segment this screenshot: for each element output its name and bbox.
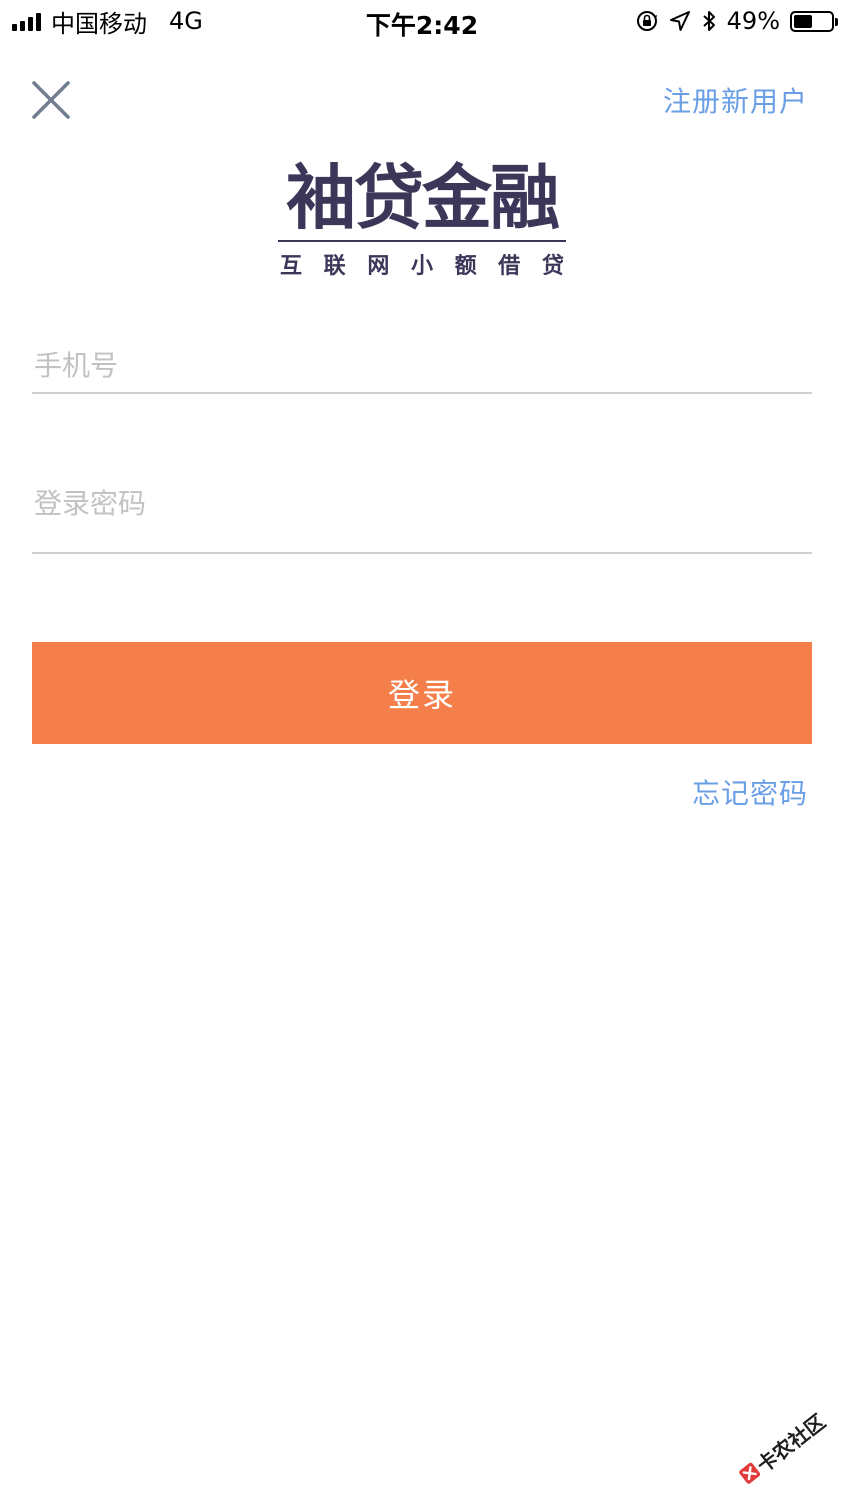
logo-subtitle: 互联网小额借贷 <box>278 248 566 280</box>
status-right: 49% <box>635 6 838 36</box>
logo-subtitle-char: 贷 <box>541 254 564 279</box>
logo-subtitle-char: 互 <box>280 254 303 279</box>
logo-subtitle-char: 网 <box>367 254 390 279</box>
password-field <box>32 478 812 554</box>
brand-logo: 袖贷金融 互联网小额借贷 <box>278 156 566 280</box>
phone-input[interactable] <box>32 338 812 392</box>
orientation-lock-icon <box>636 11 657 31</box>
close-button[interactable] <box>30 79 72 121</box>
battery-fill <box>794 14 812 28</box>
location-icon <box>669 11 690 31</box>
logo-subtitle-char: 额 <box>454 254 477 279</box>
battery-icon <box>790 10 838 32</box>
watermark: 卡农社区 <box>724 1394 840 1500</box>
battery-percent: 49% <box>726 7 780 35</box>
phone-field <box>32 338 812 394</box>
status-bar: 中国移动 4G 下午2:42 49% <box>0 0 844 42</box>
logo-subtitle-char: 借 <box>498 254 521 279</box>
login-button[interactable]: 登录 <box>32 642 812 744</box>
login-screen: 中国移动 4G 下午2:42 49% 注册新用户 袖贷金融 互 联 网 小 额 … <box>0 0 844 1500</box>
close-icon <box>32 81 70 119</box>
logo-title: 袖贷金融 <box>286 156 560 239</box>
logo-subtitle-char: 联 <box>323 254 346 279</box>
logo-divider <box>278 240 566 242</box>
forgot-password-link[interactable]: 忘记密码 <box>692 772 808 812</box>
password-input[interactable] <box>32 478 812 528</box>
logo-subtitle-char: 小 <box>410 254 433 279</box>
watermark-text: 卡农社区 <box>751 1408 830 1478</box>
register-link[interactable]: 注册新用户 <box>663 80 808 120</box>
bluetooth-icon <box>702 11 715 31</box>
